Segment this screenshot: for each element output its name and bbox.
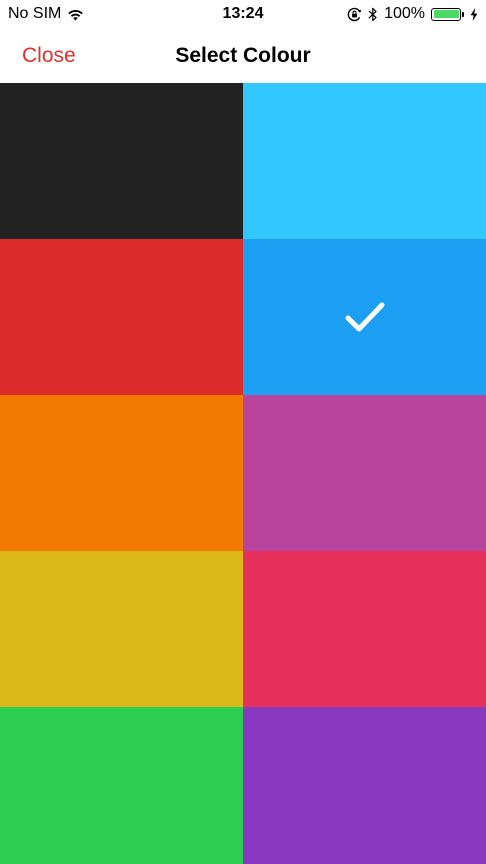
battery-icon	[431, 7, 464, 21]
status-time: 13:24	[222, 5, 264, 22]
colour-swatch-yellow[interactable]	[0, 551, 243, 707]
screen: No SIM 13:24 100% Close Select Colour	[0, 0, 486, 864]
colour-swatch-red[interactable]	[0, 239, 243, 395]
status-bar: No SIM 13:24 100%	[0, 0, 486, 28]
status-bar-right: 100%	[347, 5, 478, 23]
navigation-bar: Close Select Colour	[0, 28, 486, 83]
colour-swatch-orange[interactable]	[0, 395, 243, 551]
colour-swatch-black[interactable]	[0, 83, 243, 239]
battery-cap	[462, 11, 464, 17]
bluetooth-icon	[368, 7, 378, 22]
orientation-lock-icon	[347, 7, 362, 22]
colour-grid	[0, 83, 486, 864]
close-button[interactable]: Close	[22, 44, 76, 68]
battery-fill	[433, 10, 459, 18]
battery-percent: 100%	[384, 5, 425, 22]
colour-swatch-light-blue[interactable]	[243, 83, 486, 239]
colour-swatch-pink-red[interactable]	[243, 551, 486, 707]
charging-bolt-icon	[470, 7, 478, 21]
checkmark-icon	[345, 302, 384, 332]
colour-swatch-green[interactable]	[0, 707, 243, 864]
colour-swatch-purple[interactable]	[243, 707, 486, 864]
wifi-icon	[67, 8, 84, 21]
status-bar-left: No SIM	[8, 5, 84, 23]
page-title: Select Colour	[175, 43, 311, 67]
colour-swatch-blue[interactable]	[243, 239, 486, 395]
carrier-label: No SIM	[8, 5, 62, 22]
battery-body	[431, 7, 461, 21]
colour-swatch-magenta[interactable]	[243, 395, 486, 551]
